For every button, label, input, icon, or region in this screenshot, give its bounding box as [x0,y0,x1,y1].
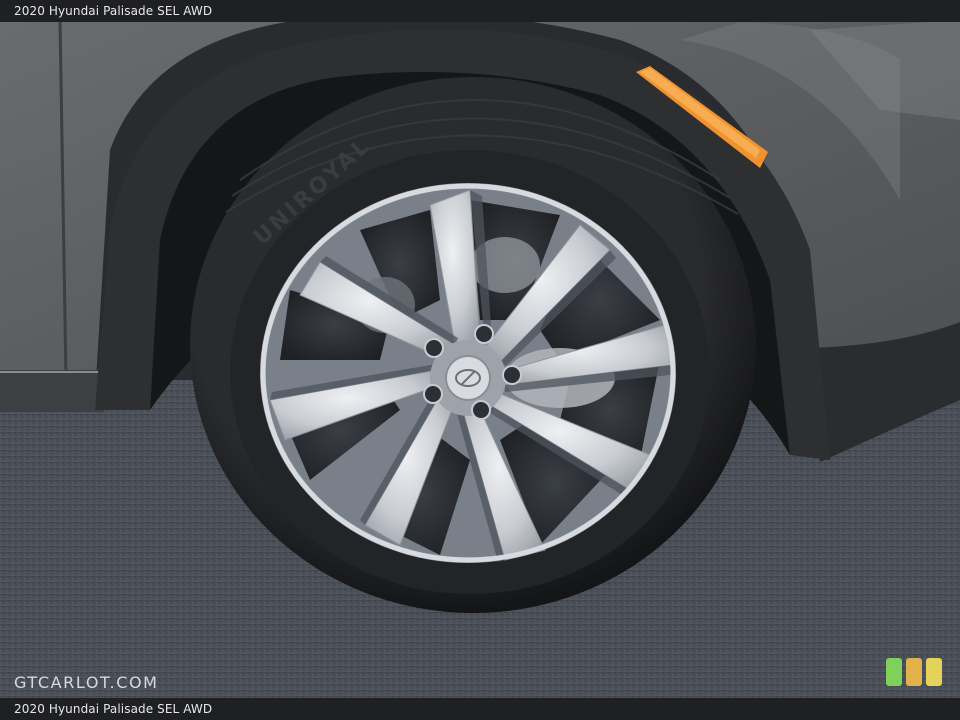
site-watermark: GTCARLOT.COM [14,673,159,692]
rocker-panel [0,370,104,412]
badge-yellow-icon [926,658,942,686]
caption-bottom: 2020 Hyundai Palisade SEL AWD [0,698,960,720]
badge-orange-icon [906,658,922,686]
caption-top: 2020 Hyundai Palisade SEL AWD [0,0,960,22]
photo-frame: 2020 Hyundai Palisade SEL AWD UNIROYAL G… [0,0,960,720]
wheel-photo: UNIROYAL [0,0,960,720]
badge-green-icon [886,658,902,686]
